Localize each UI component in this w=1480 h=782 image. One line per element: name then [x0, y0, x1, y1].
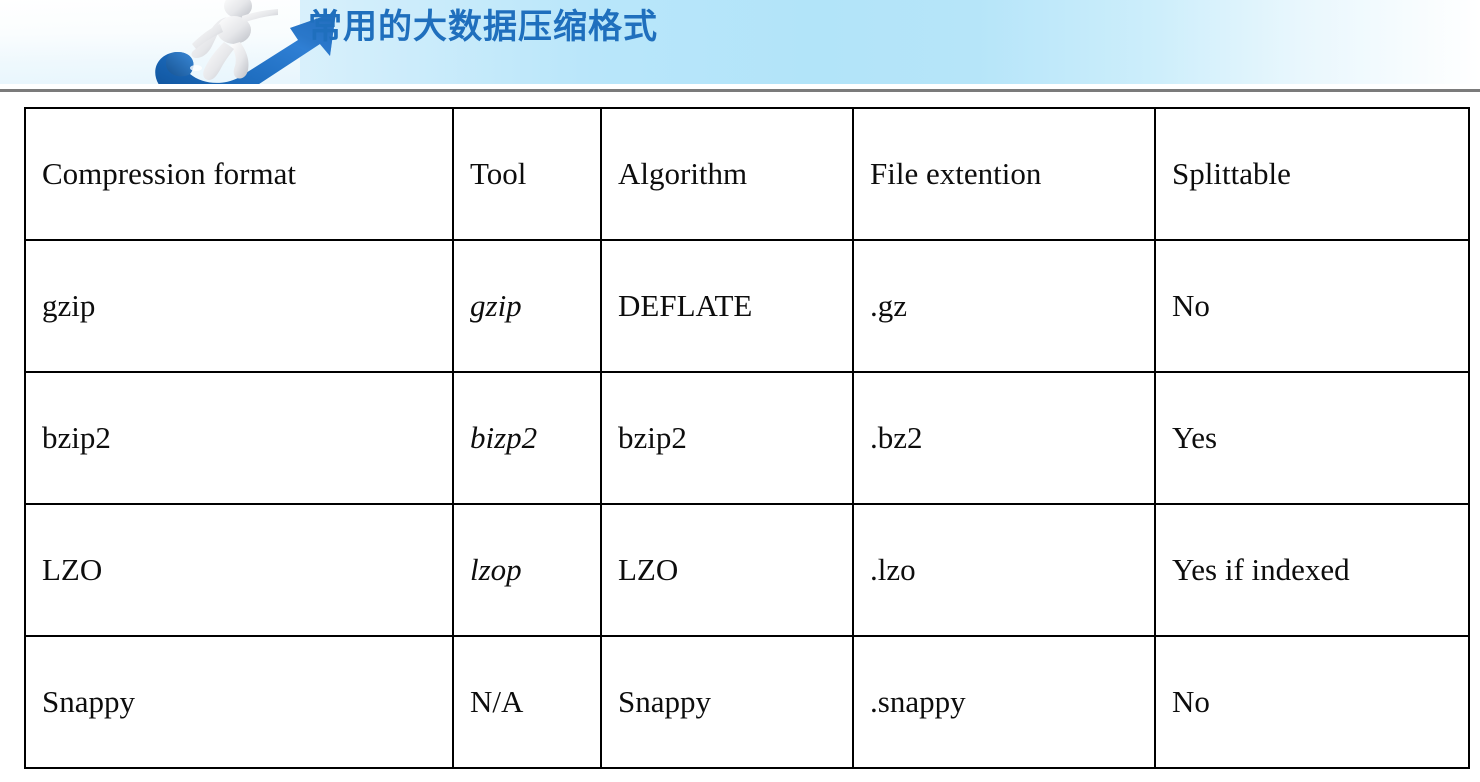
cell-format: bzip2 [24, 371, 454, 505]
cell-extension: .gz [852, 239, 1156, 373]
column-header-compression-format: Compression format [24, 107, 454, 241]
cell-tool: N/A [452, 635, 602, 769]
compression-formats-table: Compression format Tool Algorithm File e… [24, 107, 1470, 769]
cell-splittable: No [1154, 635, 1470, 769]
banner-divider [0, 89, 1480, 92]
compression-formats-table-container: Compression format Tool Algorithm File e… [24, 107, 1470, 769]
cell-extension: .lzo [852, 503, 1156, 637]
cell-format: gzip [24, 239, 454, 373]
cell-splittable: Yes [1154, 371, 1470, 505]
cell-splittable: No [1154, 239, 1470, 373]
column-header-file-extention: File extention [852, 107, 1156, 241]
table-row: LZO lzop LZO .lzo Yes if indexed [24, 503, 1470, 637]
cell-algorithm: DEFLATE [600, 239, 854, 373]
cell-extension: .snappy [852, 635, 1156, 769]
cell-algorithm: bzip2 [600, 371, 854, 505]
table-row: bzip2 bizp2 bzip2 .bz2 Yes [24, 371, 1470, 505]
cell-splittable: Yes if indexed [1154, 503, 1470, 637]
table-header-row: Compression format Tool Algorithm File e… [24, 107, 1470, 241]
column-header-algorithm: Algorithm [600, 107, 854, 241]
cell-algorithm: Snappy [600, 635, 854, 769]
cell-extension: .bz2 [852, 371, 1156, 505]
cell-format: LZO [24, 503, 454, 637]
cell-tool: gzip [452, 239, 602, 373]
column-header-splittable: Splittable [1154, 107, 1470, 241]
cell-tool: bizp2 [452, 371, 602, 505]
cell-format: Snappy [24, 635, 454, 769]
column-header-tool: Tool [452, 107, 602, 241]
table-row: Snappy N/A Snappy .snappy No [24, 635, 1470, 769]
table-row: gzip gzip DEFLATE .gz No [24, 239, 1470, 373]
cell-tool: lzop [452, 503, 602, 637]
page-title: 常用的大数据压缩格式 [308, 7, 658, 47]
page-banner: 常用的大数据压缩格式 [0, 0, 1480, 84]
cell-algorithm: LZO [600, 503, 854, 637]
